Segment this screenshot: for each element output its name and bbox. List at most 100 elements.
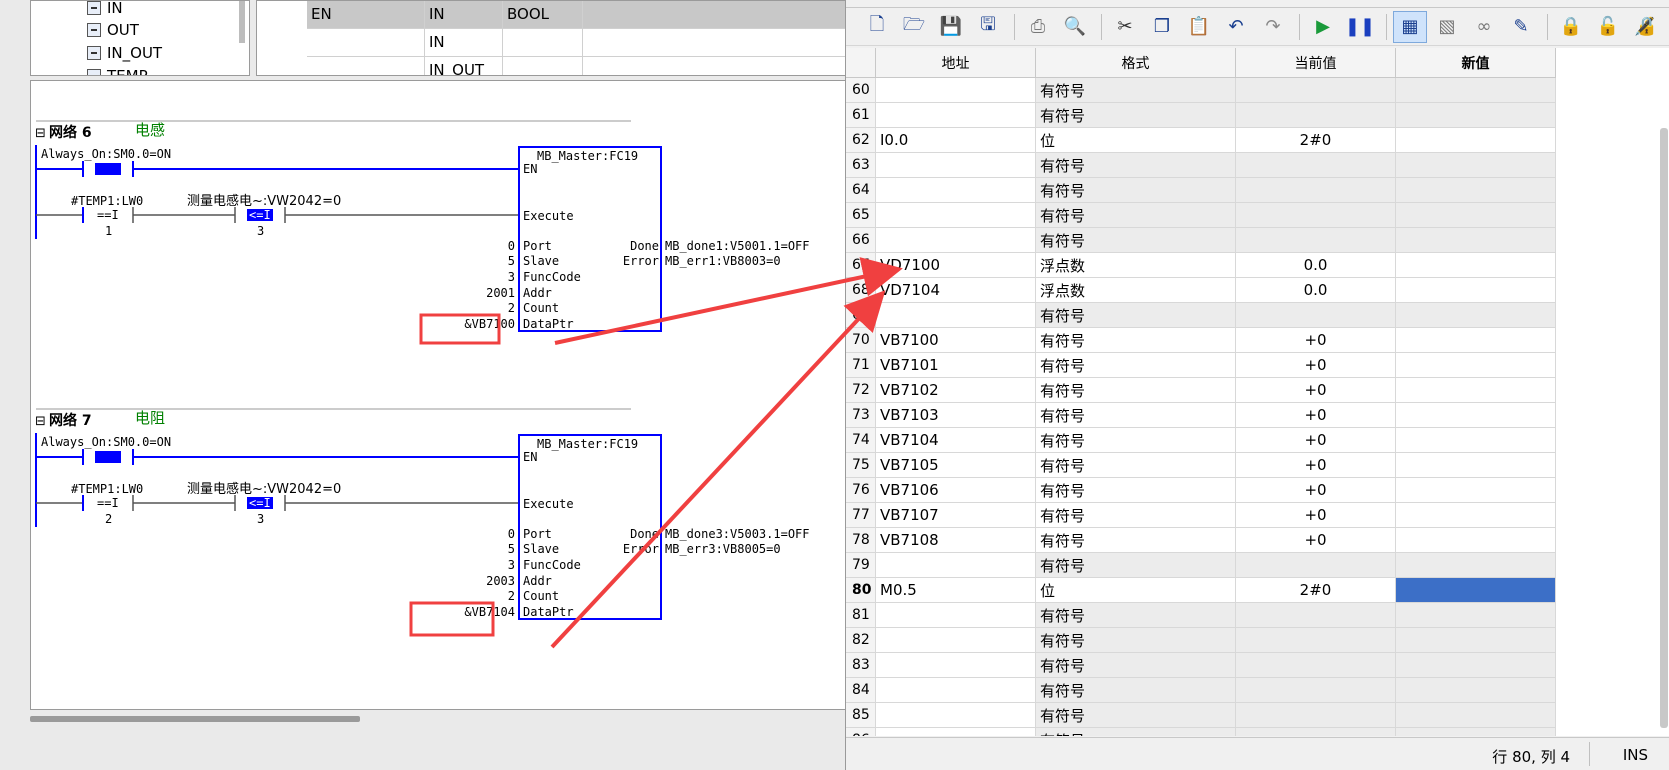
new-value-cell[interactable] bbox=[1396, 678, 1556, 703]
format-cell[interactable]: 浮点数 bbox=[1036, 253, 1236, 278]
network-7[interactable]: ⊟ 网络 7 电阻 Always_On:SM0.0=ON #TEMP1:LW0 … bbox=[35, 408, 810, 637]
row-number[interactable]: 64 bbox=[846, 178, 876, 203]
row-number[interactable]: 71 bbox=[846, 353, 876, 378]
network-6[interactable]: ⊟ 网络 6 电感 Always_On:SM0.0=ON #TEMP1:LW0 … bbox=[35, 120, 810, 345]
table-row[interactable]: 77 VB7107 有符号 +0 bbox=[846, 503, 1556, 528]
current-value-cell[interactable] bbox=[1236, 703, 1396, 728]
current-value-cell[interactable]: +0 bbox=[1236, 328, 1396, 353]
row-number[interactable]: 70 bbox=[846, 328, 876, 353]
grid-vscrollbar[interactable] bbox=[1660, 128, 1668, 728]
table-row[interactable]: 72 VB7102 有符号 +0 bbox=[846, 378, 1556, 403]
pin-value[interactable]: 2 bbox=[508, 589, 515, 603]
new-value-cell[interactable] bbox=[1396, 728, 1556, 736]
unlock-icon[interactable]: 🔓 bbox=[1591, 11, 1625, 43]
col-new-value[interactable]: 新值 bbox=[1396, 48, 1556, 78]
table-row[interactable]: 60 有符号 bbox=[846, 78, 1556, 103]
contact-on[interactable] bbox=[95, 451, 121, 463]
row-number[interactable]: 77 bbox=[846, 503, 876, 528]
var-table-row[interactable]: IN_OUT bbox=[307, 57, 845, 75]
current-value-cell[interactable] bbox=[1236, 603, 1396, 628]
output-value[interactable]: MB_done1:V5001.1=OFF bbox=[665, 239, 810, 253]
format-cell[interactable]: 有符号 bbox=[1036, 478, 1236, 503]
new-value-cell[interactable] bbox=[1396, 578, 1556, 603]
new-value-cell[interactable] bbox=[1396, 103, 1556, 128]
format-cell[interactable]: 有符号 bbox=[1036, 78, 1236, 103]
compare-op[interactable]: ==I bbox=[97, 208, 119, 222]
new-value-cell[interactable] bbox=[1396, 503, 1556, 528]
pin-value[interactable]: 5 bbox=[508, 254, 515, 268]
current-value-cell[interactable]: +0 bbox=[1236, 503, 1396, 528]
save-all-icon[interactable]: 🖫 bbox=[971, 11, 1005, 43]
address-cell[interactable]: VB7103 bbox=[876, 403, 1036, 428]
table-row[interactable]: 62 I0.0 位 2#0 bbox=[846, 128, 1556, 153]
address-cell[interactable] bbox=[876, 603, 1036, 628]
pin-value[interactable]: 5 bbox=[508, 542, 515, 556]
tree-item-temp[interactable]: TEMP bbox=[87, 66, 148, 75]
format-cell[interactable]: 有符号 bbox=[1036, 328, 1236, 353]
address-cell[interactable]: VD7104 bbox=[876, 278, 1036, 303]
output-value[interactable]: MB_err1:VB8003=0 bbox=[665, 254, 781, 268]
address-cell[interactable]: VB7100 bbox=[876, 328, 1036, 353]
compare-op[interactable]: ==I bbox=[97, 496, 119, 510]
table-row[interactable]: 86 有符号 bbox=[846, 728, 1556, 736]
redo-icon[interactable]: ↷ bbox=[1256, 11, 1290, 43]
col-format[interactable]: 格式 bbox=[1036, 48, 1236, 78]
new-value-cell[interactable] bbox=[1396, 303, 1556, 328]
table-row[interactable]: 76 VB7106 有符号 +0 bbox=[846, 478, 1556, 503]
format-cell[interactable]: 有符号 bbox=[1036, 228, 1236, 253]
table-row[interactable]: 80 M0.5 位 2#0 bbox=[846, 578, 1556, 603]
format-cell[interactable]: 有符号 bbox=[1036, 353, 1236, 378]
format-cell[interactable]: 有符号 bbox=[1036, 378, 1236, 403]
variable-tree[interactable]: IN OUT IN_OUT TEMP bbox=[30, 0, 250, 76]
row-number[interactable]: 86 bbox=[846, 728, 876, 736]
new-value-cell[interactable] bbox=[1396, 428, 1556, 453]
format-cell[interactable]: 有符号 bbox=[1036, 503, 1236, 528]
format-cell[interactable]: 有符号 bbox=[1036, 678, 1236, 703]
format-cell[interactable]: 有符号 bbox=[1036, 178, 1236, 203]
new-value-cell[interactable] bbox=[1396, 253, 1556, 278]
address-cell[interactable]: VB7102 bbox=[876, 378, 1036, 403]
output-value[interactable]: MB_err3:VB8005=0 bbox=[665, 542, 781, 556]
current-value-cell[interactable] bbox=[1236, 628, 1396, 653]
table-row[interactable]: 73 VB7103 有符号 +0 bbox=[846, 403, 1556, 428]
row-number[interactable]: 63 bbox=[846, 153, 876, 178]
table-row[interactable]: 61 有符号 bbox=[846, 103, 1556, 128]
current-value-cell[interactable] bbox=[1236, 153, 1396, 178]
row-number[interactable]: 67 bbox=[846, 253, 876, 278]
new-value-cell[interactable] bbox=[1396, 203, 1556, 228]
row-number[interactable]: 60 bbox=[846, 78, 876, 103]
row-number[interactable]: 68 bbox=[846, 278, 876, 303]
row-number[interactable]: 84 bbox=[846, 678, 876, 703]
row-number[interactable]: 79 bbox=[846, 553, 876, 578]
trend-icon[interactable]: ▧ bbox=[1430, 11, 1464, 43]
output-value[interactable]: MB_done3:V5003.1=OFF bbox=[665, 527, 810, 541]
address-cell[interactable] bbox=[876, 153, 1036, 178]
current-value-cell[interactable] bbox=[1236, 303, 1396, 328]
new-value-cell[interactable] bbox=[1396, 153, 1556, 178]
format-cell[interactable]: 有符号 bbox=[1036, 653, 1236, 678]
address-cell[interactable]: VB7108 bbox=[876, 528, 1036, 553]
address-cell[interactable] bbox=[876, 303, 1036, 328]
new-icon[interactable]: 🗋 bbox=[860, 11, 894, 43]
address-cell[interactable] bbox=[876, 728, 1036, 736]
row-number[interactable]: 74 bbox=[846, 428, 876, 453]
run-icon[interactable]: ▶ bbox=[1306, 11, 1340, 43]
new-value-cell[interactable] bbox=[1396, 378, 1556, 403]
current-value-cell[interactable]: +0 bbox=[1236, 478, 1396, 503]
current-value-cell[interactable] bbox=[1236, 103, 1396, 128]
table-row[interactable]: 67 VD7100 浮点数 0.0 bbox=[846, 253, 1556, 278]
new-value-cell[interactable] bbox=[1396, 603, 1556, 628]
collapse-icon[interactable]: ⊟ bbox=[35, 414, 46, 429]
address-cell[interactable]: VD7100 bbox=[876, 253, 1036, 278]
pin-value[interactable]: 0 bbox=[508, 239, 515, 253]
new-value-cell[interactable] bbox=[1396, 703, 1556, 728]
row-number[interactable]: 85 bbox=[846, 703, 876, 728]
address-cell[interactable] bbox=[876, 203, 1036, 228]
current-value-cell[interactable] bbox=[1236, 78, 1396, 103]
current-value-cell[interactable]: +0 bbox=[1236, 528, 1396, 553]
address-cell[interactable] bbox=[876, 553, 1036, 578]
current-value-cell[interactable] bbox=[1236, 178, 1396, 203]
address-cell[interactable]: VB7106 bbox=[876, 478, 1036, 503]
address-cell[interactable] bbox=[876, 653, 1036, 678]
new-value-cell[interactable] bbox=[1396, 353, 1556, 378]
